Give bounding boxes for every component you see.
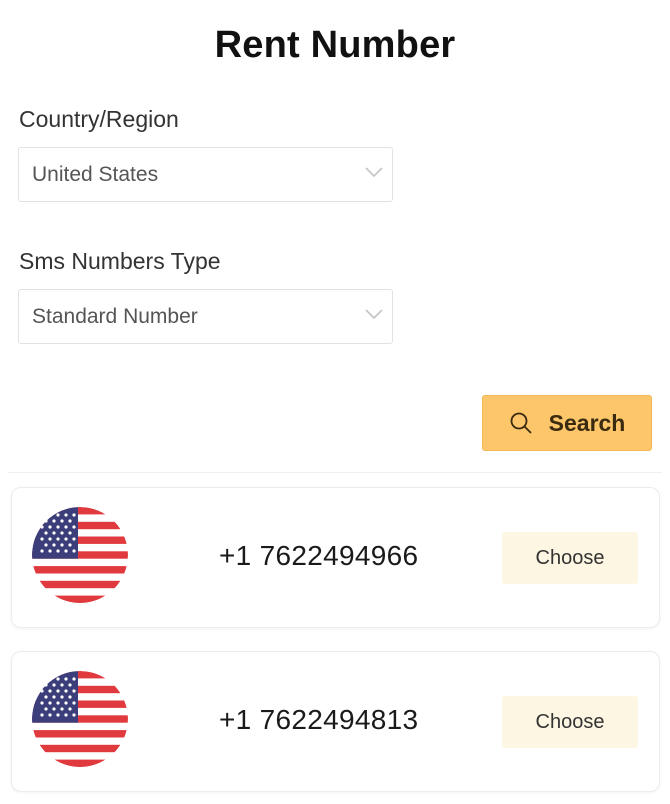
phone-number: +1 7622494966 <box>219 540 419 571</box>
divider <box>8 472 662 473</box>
sms-numbers-type-label: Sms Numbers Type <box>19 248 221 274</box>
phone-number: +1 7622494813 <box>219 704 419 735</box>
search-icon <box>510 412 532 434</box>
country-region-select[interactable]: United States <box>18 147 393 202</box>
number-card: +1 7622494966 Choose <box>11 487 660 628</box>
choose-button[interactable]: Choose <box>502 696 638 748</box>
number-card: +1 7622494813 Choose <box>11 651 660 792</box>
country-region-value: United States <box>32 162 159 186</box>
chevron-down-icon <box>365 167 383 178</box>
country-region-label: Country/Region <box>19 106 179 132</box>
us-flag-icon <box>32 671 128 767</box>
page-title: Rent Number <box>214 24 456 66</box>
search-button-label: Search <box>548 409 626 436</box>
sms-numbers-type-select[interactable]: Standard Number <box>18 289 393 344</box>
us-flag-icon <box>32 507 128 603</box>
rent-number-page: Rent Number Country/Region United States… <box>0 0 670 804</box>
search-button[interactable]: Search <box>482 395 652 451</box>
sms-numbers-type-value: Standard Number <box>32 304 198 328</box>
choose-button[interactable]: Choose <box>502 532 638 584</box>
chevron-down-icon <box>365 309 383 320</box>
